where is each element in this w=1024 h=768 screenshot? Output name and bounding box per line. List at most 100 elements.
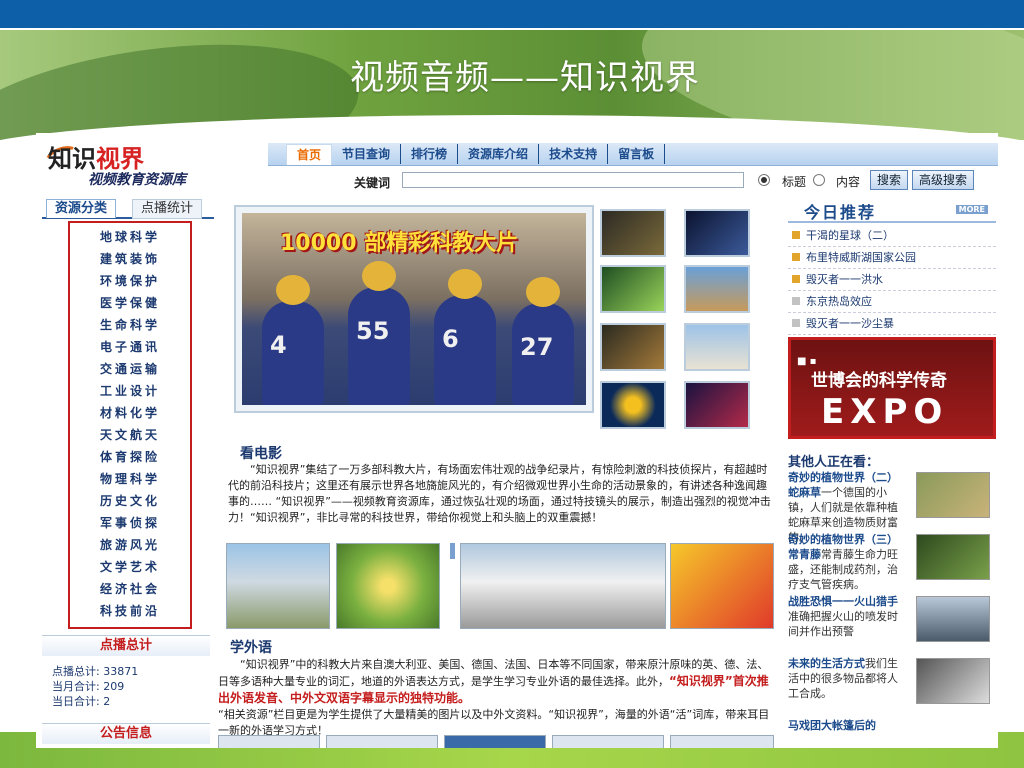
bottom-thumbnail[interactable] [326,735,438,748]
hero-title: 10000 部精彩科教大片 [280,231,519,256]
radio-title-label: 标题 [782,175,807,189]
bottom-thumbnail[interactable] [218,735,320,748]
radio-title[interactable] [758,174,770,186]
category-box: 地球科学 建筑装饰 环境保护 医学保健 生命科学 电子通讯 交通运输 工业设计 … [68,221,192,629]
main-nav: 首页 节目查询 排行榜 资源库介绍 技术支持 留言板 [286,144,666,165]
watching-item[interactable]: 马戏团大帐篷后的 [788,718,994,738]
photo-flower[interactable] [336,543,440,629]
bottom-thumbnail[interactable] [670,735,774,748]
photo-cartoon[interactable] [670,543,774,629]
category-item[interactable]: 历史文化 [70,490,190,512]
nav-guestbook[interactable]: 留言板 [608,144,666,164]
category-item[interactable]: 交通运输 [70,358,190,380]
others-watching: 其他人正在看： 奇妙的植物世界（二）蛇麻草一个德国的小镇，人们就是依靠种植蛇麻草… [788,451,994,738]
video-thumbnail[interactable] [600,323,666,371]
watching-item[interactable]: 奇妙的植物世界（三）常青藤常青藤生命力旺盛，还能制成药剂，治疗支气管疾病。 [788,532,994,594]
search-button[interactable]: 搜索 [870,170,909,190]
photo-palace[interactable] [226,543,330,629]
recommend-panel: 今日推荐 MORE 干渴的星球（二） 布里特威斯湖国家公园 毁灭者一一洪水 东京热… [788,199,996,335]
watching-title: 其他人正在看： [788,455,880,470]
hero-banner[interactable]: 4 55 6 27 10000 部精彩科教大片 [234,205,594,413]
nav-ranking[interactable]: 排行榜 [401,144,459,164]
category-item[interactable]: 物理科学 [70,468,190,490]
category-item[interactable]: 体育探险 [70,446,190,468]
sidebar-tabs: 资源分类 点播统计 [42,197,214,219]
category-item[interactable]: 旅游风光 [70,534,190,556]
recommend-list: 干渴的星球（二） 布里特威斯湖国家公园 毁灭者一一洪水 东京热岛效应 毁灭者一一… [788,225,996,335]
stats-total: 点播总计: 33871 [52,665,139,678]
category-item[interactable]: 科技前沿 [70,600,190,622]
player-figure: 55 [348,261,410,405]
radio-content[interactable] [813,174,825,186]
slide-title: 视频音频——知识视界 [350,58,700,98]
watching-thumbnail[interactable] [916,534,990,580]
foreign-description: “知识视界”中的科教大片来自澳大利亚、美国、德国、法国、日本等不同国家，带来原汁… [218,658,770,737]
category-item[interactable]: 建筑装饰 [70,248,190,270]
recommend-item[interactable]: 布里特威斯湖国家公园 [788,247,996,269]
player-figure: 4 [262,275,324,405]
player-figure: 6 [434,269,496,405]
category-item[interactable]: 军事侦探 [70,512,190,534]
keyword-input[interactable] [402,172,744,188]
logo-subtitle: 视频教育资源库 [88,172,186,188]
bottom-thumbnail[interactable] [552,735,664,748]
recommend-title: 今日推荐 MORE [788,199,996,223]
recommend-item[interactable]: 毁灭者一一洪水 [788,269,996,291]
stats-panel: 点播总计: 33871 当月合计: 209 当日合计: 2 [52,664,138,709]
player-figure: 27 [512,277,574,405]
video-thumbnail[interactable] [600,265,666,313]
recommend-item[interactable]: 毁灭者一一沙尘暴 [788,313,996,335]
scrollbar[interactable] [450,543,455,559]
tab-play-stats[interactable]: 点播统计 [132,199,203,219]
watching-thumbnail[interactable] [916,596,990,642]
watching-thumbnail[interactable] [916,658,990,704]
slide-top-bar [0,0,1024,30]
category-item[interactable]: 经济社会 [70,578,190,600]
nav-about[interactable]: 资源库介绍 [458,144,540,164]
recommend-item[interactable]: 东京热岛效应 [788,291,996,313]
foreign-section-title: 学外语 [230,640,272,656]
category-item[interactable]: 电子通讯 [70,336,190,358]
video-thumbnail[interactable] [600,381,666,429]
category-item[interactable]: 地球科学 [70,226,190,248]
movie-section-title: 看电影 [240,446,282,462]
notice-title: 公告信息 [42,723,210,744]
website-screenshot: 知识视界 视频教育资源库 首页 节目查询 排行榜 资源库介绍 技术支持 留言板 … [36,133,998,748]
bottom-thumbnail[interactable] [444,735,546,748]
category-item[interactable]: 工业设计 [70,380,190,402]
nav-home[interactable]: 首页 [286,144,333,165]
site-header: 知识视界 视频教育资源库 首页 节目查询 排行榜 资源库介绍 技术支持 留言板 … [36,133,998,195]
more-button[interactable]: MORE [955,205,988,214]
video-thumbnail[interactable] [684,265,750,313]
stats-month: 当月合计: 209 [52,680,125,693]
category-item[interactable]: 医学保健 [70,292,190,314]
recommend-item[interactable]: 干渴的星球（二） [788,225,996,247]
video-thumbnail[interactable] [684,209,750,257]
tab-categories[interactable]: 资源分类 [46,199,117,218]
movie-description: “知识视界”集结了一万多部科教大片，有场面宏伟壮观的战争纪录片，有惊险刺激的科技… [228,463,771,524]
keyword-label: 关键词 [354,176,391,190]
category-item[interactable]: 文学艺术 [70,556,190,578]
nav-program-search[interactable]: 节目查询 [332,144,402,164]
watching-item[interactable]: 战胜恐惧一一火山猎手准确把握火山的喷发时间并作出预警 [788,594,994,656]
watching-thumbnail[interactable] [916,472,990,518]
radio-content-label: 内容 [836,175,861,189]
photo-train[interactable] [460,543,666,629]
category-item[interactable]: 材料化学 [70,402,190,424]
stats-day: 当日合计: 2 [52,695,111,708]
advanced-search-button[interactable]: 高级搜索 [912,170,975,190]
video-thumbnail[interactable] [600,209,666,257]
nav-support[interactable]: 技术支持 [539,144,609,164]
watching-item[interactable]: 未来的生活方式我们生活中的很多物品都将人工合成。 [788,656,994,718]
expo-banner[interactable]: ■ ▪ 世博会的科学传奇 EXPO [788,337,996,439]
category-item[interactable]: 生命科学 [70,314,190,336]
expo-word: EXPO [821,392,949,432]
video-thumbnail[interactable] [684,323,750,371]
category-list: 地球科学 建筑装饰 环境保护 医学保健 生命科学 电子通讯 交通运输 工业设计 … [70,226,190,622]
hero-image: 4 55 6 27 10000 部精彩科教大片 [242,213,586,405]
category-item[interactable]: 环境保护 [70,270,190,292]
expo-title: 世博会的科学传奇 [811,371,947,391]
watching-item[interactable]: 奇妙的植物世界（二）蛇麻草一个德国的小镇，人们就是依靠种植蛇麻草来创造物质财富的… [788,470,994,544]
category-item[interactable]: 天文航天 [70,424,190,446]
video-thumbnail[interactable] [684,381,750,429]
